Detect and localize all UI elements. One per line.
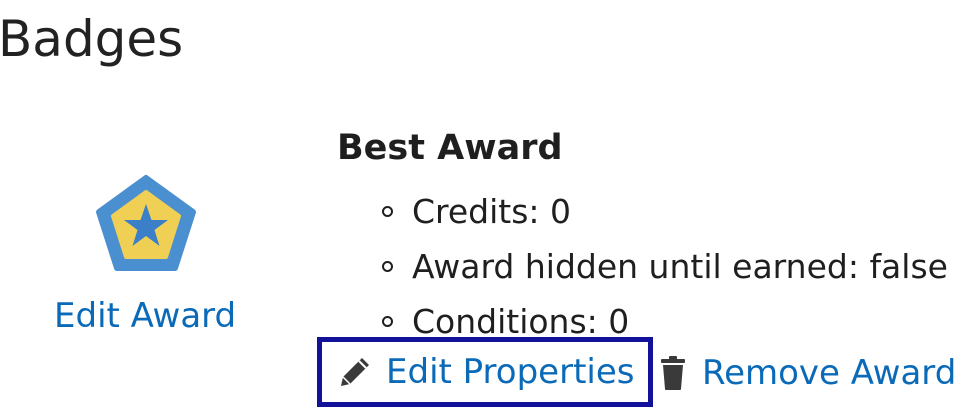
edit-properties-label: Edit Properties	[386, 352, 635, 392]
remove-award-label: Remove Award	[702, 353, 957, 393]
property-credits: Credits: 0	[382, 184, 948, 239]
property-text: Conditions: 0	[412, 302, 630, 341]
page-title: Badges	[0, 10, 184, 68]
badges-page: Badges Edit Award Best Award Credits: 0 …	[0, 0, 968, 408]
property-hidden-until-earned: Award hidden until earned: false	[382, 239, 948, 294]
list-bullet	[382, 316, 393, 327]
award-badge-icon	[96, 175, 196, 271]
pencil-icon	[341, 358, 369, 386]
list-bullet	[382, 206, 393, 217]
edit-award-link[interactable]: Edit Award	[54, 294, 236, 338]
list-bullet	[382, 261, 393, 272]
award-properties-list: Credits: 0 Award hidden until earned: fa…	[382, 184, 948, 349]
edit-properties-button[interactable]: Edit Properties	[317, 337, 653, 407]
award-name: Best Award	[337, 128, 563, 168]
trash-icon	[661, 356, 685, 390]
property-text: Award hidden until earned: false	[412, 247, 948, 286]
property-text: Credits: 0	[412, 192, 572, 231]
remove-award-button[interactable]: Remove Award	[660, 344, 956, 402]
